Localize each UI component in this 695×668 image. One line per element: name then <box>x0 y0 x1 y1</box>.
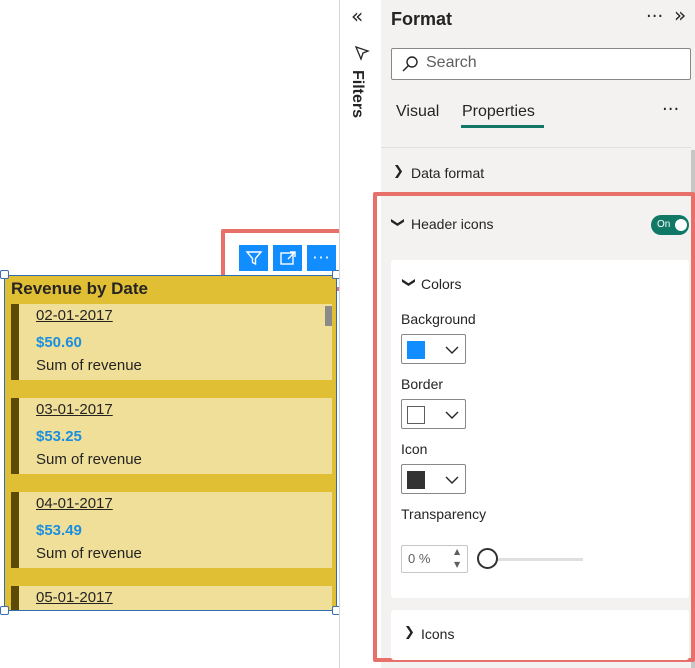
background-color-picker[interactable] <box>401 334 466 364</box>
focus-mode-button[interactable] <box>273 245 302 271</box>
filters-label[interactable]: Filters <box>348 70 366 118</box>
toggle-knob <box>675 219 687 231</box>
card-value: $53.49 <box>36 522 82 539</box>
chevron-down-icon <box>445 411 459 419</box>
chevron-right-icon: ❯ <box>404 625 415 640</box>
pane-title: Format <box>391 9 453 29</box>
icon-swatch <box>407 471 425 489</box>
section-colors[interactable]: Colors <box>421 276 461 292</box>
more-options-icon[interactable]: ··· <box>646 6 663 27</box>
card-value: $50.60 <box>36 334 82 351</box>
filter-icon <box>244 251 263 266</box>
more-options-icon: ··· <box>312 248 331 267</box>
active-tab-indicator <box>461 125 544 128</box>
search-placeholder: Search <box>426 54 477 71</box>
list-item[interactable]: 05-01-2017 <box>11 586 332 610</box>
border-color-picker[interactable] <box>401 399 466 429</box>
transparency-label: Transparency <box>401 506 487 522</box>
chevron-right-icon: ❯ <box>393 164 404 179</box>
background-swatch <box>407 341 425 359</box>
transparency-slider-track[interactable] <box>487 558 583 561</box>
card-value: $53.25 <box>36 428 82 445</box>
visual-title: Revenue by Date <box>11 279 148 298</box>
tabs-divider <box>381 147 691 148</box>
filter-outline-icon <box>354 45 370 61</box>
card-accent-bar <box>11 586 19 610</box>
tabs-more-icon[interactable]: ··· <box>662 99 679 120</box>
icon-color-picker[interactable] <box>401 464 466 494</box>
more-options-button[interactable]: ··· <box>307 245 336 271</box>
collapse-filters-icon[interactable]: « <box>351 6 363 26</box>
chevron-down-icon: ❯ <box>400 277 416 288</box>
section-data-format[interactable]: Data format <box>411 165 484 181</box>
card-accent-bar <box>11 304 19 380</box>
transparency-slider-thumb[interactable] <box>477 548 498 569</box>
chevron-down-icon: ❯ <box>389 217 405 228</box>
card-date[interactable]: 04-01-2017 <box>36 495 113 512</box>
card-label: Sum of revenue <box>36 357 142 374</box>
tab-properties[interactable]: Properties <box>462 103 535 121</box>
transparency-input[interactable]: 0 % ▲ ▼ <box>401 545 468 573</box>
card-label: Sum of revenue <box>36 545 142 562</box>
header-icons-toggle[interactable]: On <box>651 215 689 235</box>
resize-handle[interactable] <box>0 606 9 615</box>
card-accent-bar <box>11 492 19 568</box>
list-item[interactable]: 04-01-2017 $53.49 Sum of revenue <box>11 492 332 568</box>
card-accent-bar <box>11 398 19 474</box>
spin-down-icon[interactable]: ▼ <box>454 560 460 569</box>
chevron-down-icon <box>445 346 459 354</box>
card-date[interactable]: 02-01-2017 <box>36 307 113 324</box>
card-date[interactable]: 03-01-2017 <box>36 401 113 418</box>
card-visual[interactable]: Revenue by Date 02-01-2017 $50.60 Sum of… <box>4 275 337 611</box>
transparency-value: 0 % <box>408 551 431 566</box>
tab-visual[interactable]: Visual <box>396 103 439 121</box>
search-icon <box>402 56 418 72</box>
filter-button[interactable] <box>239 245 268 271</box>
resize-handle[interactable] <box>0 270 9 279</box>
border-label: Border <box>401 376 444 392</box>
visual-scrollbar-thumb[interactable] <box>325 306 332 326</box>
chevron-down-icon <box>445 476 459 484</box>
background-label: Background <box>401 311 476 327</box>
section-header-icons[interactable]: Header icons <box>411 216 494 232</box>
card-date[interactable]: 05-01-2017 <box>36 589 113 606</box>
icon-label: Icon <box>401 441 428 457</box>
card-label: Sum of revenue <box>36 451 142 468</box>
list-item[interactable]: 03-01-2017 $53.25 Sum of revenue <box>11 398 332 474</box>
list-item[interactable]: 02-01-2017 $50.60 Sum of revenue <box>11 304 332 380</box>
border-swatch <box>407 406 425 424</box>
spin-up-icon[interactable]: ▲ <box>454 547 460 556</box>
focus-mode-icon <box>279 251 296 265</box>
expand-pane-icon[interactable]: » <box>674 5 686 25</box>
toggle-label: On <box>657 219 671 230</box>
section-icons[interactable]: Icons <box>421 626 454 642</box>
